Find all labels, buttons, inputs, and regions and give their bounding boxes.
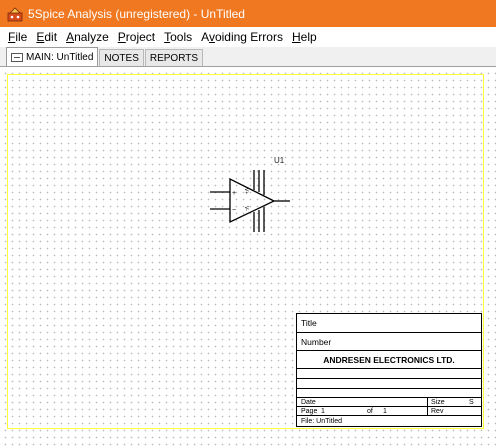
tab-reports[interactable]: REPORTS <box>144 49 204 66</box>
schematic-icon <box>11 52 23 62</box>
tab-notes-label: NOTES <box>104 52 139 64</box>
component-ref-label[interactable]: U1 <box>274 156 284 165</box>
tab-main[interactable]: MAIN: UnTitled <box>6 47 99 66</box>
page-number: 1 <box>321 407 325 415</box>
title-block-size-label: Size <box>431 399 445 406</box>
opamp-symbol[interactable]: + − V+ V- <box>210 170 294 239</box>
tab-main-label: MAIN: UnTitled <box>26 51 94 63</box>
menu-analyze[interactable]: Analyze <box>62 30 114 44</box>
title-block-date-row: Date <box>297 398 481 407</box>
menu-edit[interactable]: Edit <box>32 30 62 44</box>
tab-notes[interactable]: NOTES <box>99 49 144 66</box>
menubar: File Edit Analyze Project Tools Avoiding… <box>0 27 496 47</box>
page-of: of <box>367 407 373 415</box>
window-titlebar: 5Spice Analysis (unregistered) - UnTitle… <box>0 0 496 27</box>
title-block-blank-row <box>297 389 481 398</box>
title-block[interactable]: Title Number ANDRESEN ELECTRONICS LTD. D… <box>296 313 482 427</box>
opamp-vplus-label: V+ <box>243 188 249 194</box>
schematic-canvas[interactable]: U1 + − V+ V- Title Number ANDRESEN ELECT… <box>0 68 496 447</box>
title-block-divider <box>427 398 428 416</box>
menu-avoiding-errors[interactable]: Avoiding Errors <box>197 30 288 44</box>
title-block-file-row: File: UnTitled <box>301 418 342 425</box>
menu-tools[interactable]: Tools <box>160 30 197 44</box>
title-block-page-row: Page 1 of 1 <box>297 407 481 416</box>
menu-file[interactable]: File <box>4 30 32 44</box>
window-title: 5Spice Analysis (unregistered) - UnTitle… <box>28 6 245 21</box>
title-block-title-row: Title <box>297 314 481 333</box>
title-block-number-row: Number <box>297 333 481 351</box>
menu-help[interactable]: Help <box>288 30 322 44</box>
title-block-blank-row <box>297 379 481 389</box>
title-block-company: ANDRESEN ELECTRONICS LTD. <box>297 351 481 369</box>
opamp-plus-label: + <box>232 190 236 197</box>
5spice-app-icon[interactable] <box>6 5 24 23</box>
tab-reports-label: REPORTS <box>149 52 199 64</box>
menu-project[interactable]: Project <box>114 30 160 44</box>
title-block-size-value: S <box>469 399 474 406</box>
page-total: 1 <box>383 407 387 415</box>
tab-bar: MAIN: UnTitled NOTES REPORTS <box>0 47 496 67</box>
title-block-rev-label: Rev <box>431 408 444 415</box>
opamp-minus-label: − <box>232 207 236 214</box>
title-block-blank-row <box>297 369 481 379</box>
opamp-vminus-label: V- <box>243 206 249 211</box>
